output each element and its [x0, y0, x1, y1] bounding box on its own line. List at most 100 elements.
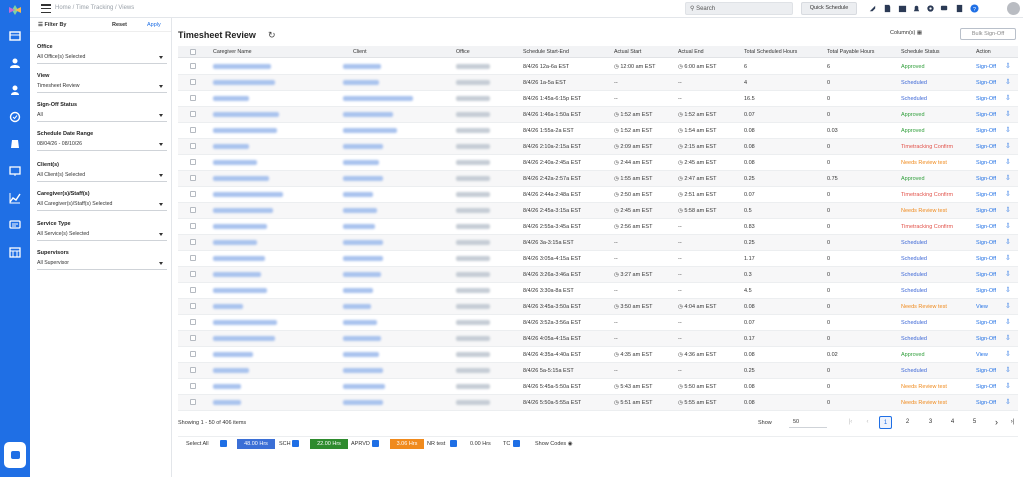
download-icon[interactable]: ⇩	[1005, 367, 1011, 374]
row-action-link[interactable]: Sign-Off	[976, 272, 996, 278]
page-4-button[interactable]: 4	[946, 416, 959, 429]
row-checkbox[interactable]	[190, 111, 196, 117]
caregiver-name-redacted[interactable]	[213, 224, 267, 229]
download-icon[interactable]: ⇩	[1005, 223, 1011, 230]
table-row[interactable]: 8/4/26 2:40a-2:45a EST ◷ 2:44 am EST ◷ 2:4…	[178, 155, 1018, 171]
client-name-redacted[interactable]	[343, 256, 383, 261]
rocket-icon[interactable]	[868, 4, 877, 13]
client-icon[interactable]	[7, 83, 23, 97]
document-icon[interactable]	[883, 4, 892, 13]
table-row[interactable]: 8/4/26 3:05a-4:15a EST -- -- 1.17 0 Scheduled…	[178, 251, 1018, 267]
row-checkbox[interactable]	[190, 191, 196, 197]
client-name-redacted[interactable]	[343, 384, 385, 389]
caregiver-name-redacted[interactable]	[213, 352, 253, 357]
row-checkbox[interactable]	[190, 79, 196, 85]
table-row[interactable]: 8/4/26 2:42a-2:57a EST ◷ 1:55 am EST ◷ 2:4…	[178, 171, 1018, 187]
chat-button[interactable]	[4, 442, 26, 468]
download-icon[interactable]: ⇩	[1005, 383, 1011, 390]
help-icon[interactable]: ?	[970, 4, 979, 13]
table-row[interactable]: 8/4/26 1a-5a EST -- -- 4 0 Scheduled Sign-Off ⇩	[178, 75, 1018, 91]
show-codes-toggle[interactable]: Show Codes ◉	[535, 441, 573, 447]
page-1-button[interactable]: 1	[879, 416, 892, 429]
messages-icon[interactable]	[7, 218, 23, 232]
download-icon[interactable]: ⇩	[1005, 63, 1011, 70]
download-icon[interactable]: ⇩	[1005, 143, 1011, 150]
last-page-icon[interactable]: ›|	[1006, 416, 1019, 429]
row-action-link[interactable]: Sign-Off	[976, 400, 996, 406]
row-checkbox[interactable]	[190, 255, 196, 261]
caregiver-name-redacted[interactable]	[213, 128, 277, 133]
client-name-redacted[interactable]	[343, 144, 383, 149]
calendar-top-icon[interactable]	[898, 4, 907, 13]
first-page-icon[interactable]: |‹	[844, 416, 857, 429]
download-icon[interactable]: ⇩	[1005, 111, 1011, 118]
page-3-button[interactable]: 3	[924, 416, 937, 429]
download-icon[interactable]: ⇩	[1005, 79, 1011, 86]
settings-gear-icon[interactable]	[926, 4, 935, 13]
view-select[interactable]: Timesheet Review	[37, 81, 167, 93]
download-icon[interactable]: ⇩	[1005, 335, 1011, 342]
row-checkbox[interactable]	[190, 383, 196, 389]
download-icon[interactable]: ⇩	[1005, 303, 1011, 310]
col-total-scheduled-hours[interactable]: Total Scheduled Hours	[744, 49, 797, 55]
row-action-link[interactable]: Sign-Off	[976, 320, 996, 326]
download-icon[interactable]: ⇩	[1005, 399, 1011, 406]
client-name-redacted[interactable]	[343, 128, 397, 133]
table-row[interactable]: 8/4/26 5:45a-5:50a EST ◷ 5:43 am EST ◷ 5:5…	[178, 379, 1018, 395]
caregiver-name-redacted[interactable]	[213, 96, 249, 101]
row-action-link[interactable]: Sign-Off	[976, 208, 996, 214]
caregiver-name-redacted[interactable]	[213, 288, 267, 293]
row-checkbox[interactable]	[190, 159, 196, 165]
client-name-redacted[interactable]	[343, 400, 383, 405]
page-2-button[interactable]: 2	[901, 416, 914, 429]
client-name-redacted[interactable]	[343, 80, 379, 85]
caregiver-name-redacted[interactable]	[213, 368, 249, 373]
row-action-link[interactable]: Sign-Off	[976, 256, 996, 262]
row-checkbox[interactable]	[190, 239, 196, 245]
caregiver-name-redacted[interactable]	[213, 384, 241, 389]
select-all-rows-checkbox[interactable]	[190, 49, 196, 55]
table-row[interactable]: 8/4/26 4:35a-4:40a EST ◷ 4:35 am EST ◷ 4:3…	[178, 347, 1018, 363]
time-tracking-icon[interactable]	[7, 110, 23, 124]
col-actual-start[interactable]: Actual Start	[614, 49, 641, 55]
download-icon[interactable]: ⇩	[1005, 239, 1011, 246]
caregiver-name-redacted[interactable]	[213, 144, 249, 149]
row-checkbox[interactable]	[190, 223, 196, 229]
client-name-redacted[interactable]	[343, 112, 393, 117]
table-row[interactable]: 8/4/26 2:55a-3:45a EST ◷ 2:56 am EST -- 0.8…	[178, 219, 1018, 235]
row-action-link[interactable]: Sign-Off	[976, 192, 996, 198]
client-name-redacted[interactable]	[343, 64, 381, 69]
caregiver-name-redacted[interactable]	[213, 304, 243, 309]
caregiver-name-redacted[interactable]	[213, 160, 257, 165]
next-page-icon[interactable]: ›	[990, 416, 1003, 429]
row-action-link[interactable]: View	[976, 352, 988, 358]
signoff-status-select[interactable]: All	[37, 110, 167, 122]
table-row[interactable]: 8/4/26 5a-5:15a EST -- -- 0.25 0 Scheduled Sig…	[178, 363, 1018, 379]
row-action-link[interactable]: Sign-Off	[976, 288, 996, 294]
tc-checkbox[interactable]	[513, 440, 520, 447]
billing-icon[interactable]	[7, 137, 23, 151]
caregiver-name-redacted[interactable]	[213, 64, 271, 69]
client-name-redacted[interactable]	[343, 224, 375, 229]
caregiver-name-redacted[interactable]	[213, 192, 283, 197]
calendar-icon[interactable]	[7, 245, 23, 259]
table-row[interactable]: 8/4/26 3a-3:15a EST -- -- 0.25 0 Scheduled Sig…	[178, 235, 1018, 251]
download-icon[interactable]: ⇩	[1005, 287, 1011, 294]
reset-button[interactable]: Reset	[112, 22, 127, 28]
download-icon[interactable]: ⇩	[1005, 271, 1011, 278]
row-action-link[interactable]: Sign-Off	[976, 80, 996, 86]
client-name-redacted[interactable]	[343, 288, 373, 293]
table-row[interactable]: 8/4/26 3:45a-3:50a EST ◷ 3:50 am EST ◷ 4:0…	[178, 299, 1018, 315]
row-action-link[interactable]: Sign-Off	[976, 176, 996, 182]
col-office[interactable]: Office	[456, 49, 470, 55]
row-checkbox[interactable]	[190, 287, 196, 293]
row-checkbox[interactable]	[190, 95, 196, 101]
row-checkbox[interactable]	[190, 63, 196, 69]
row-checkbox[interactable]	[190, 351, 196, 357]
row-action-link[interactable]: Sign-Off	[976, 240, 996, 246]
row-checkbox[interactable]	[190, 303, 196, 309]
breadcrumb[interactable]: Home / Time Tracking / Views	[55, 5, 134, 11]
download-icon[interactable]: ⇩	[1005, 191, 1011, 198]
row-checkbox[interactable]	[190, 319, 196, 325]
caregiver-name-redacted[interactable]	[213, 240, 257, 245]
